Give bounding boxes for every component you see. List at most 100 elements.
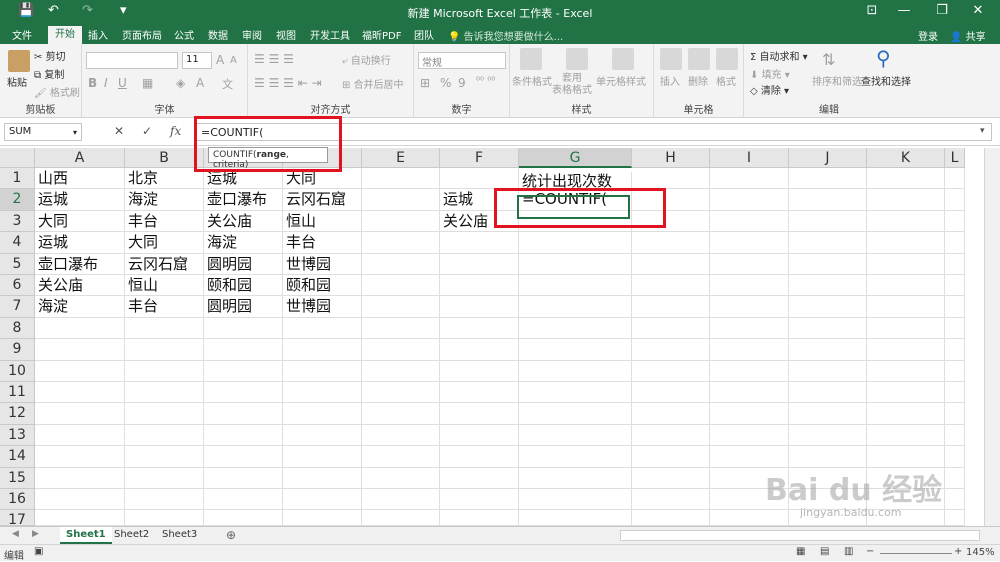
bold-button[interactable]: B xyxy=(88,76,97,90)
cell-l6[interactable] xyxy=(945,275,965,297)
cell-l11[interactable] xyxy=(945,382,965,404)
cell-g7[interactable] xyxy=(519,296,632,318)
cell-k1[interactable] xyxy=(867,168,945,190)
cell-j7[interactable] xyxy=(789,296,867,318)
cell-k5[interactable] xyxy=(867,253,945,275)
cell-i10[interactable] xyxy=(710,360,789,382)
cell-k7[interactable] xyxy=(867,296,945,318)
cell-c12[interactable] xyxy=(204,403,283,425)
cell-c2[interactable]: 壶口瀑布 xyxy=(204,189,283,211)
cell-a2[interactable]: 运城 xyxy=(35,189,125,211)
tab-file[interactable]: 文件 xyxy=(8,27,36,42)
cell-i1[interactable] xyxy=(710,168,789,190)
row-header-4[interactable]: 4 xyxy=(0,232,35,254)
cell-a8[interactable] xyxy=(35,317,125,340)
cell-k10[interactable] xyxy=(867,360,945,382)
row-header-14[interactable]: 14 xyxy=(0,446,35,468)
cell-i11[interactable] xyxy=(710,382,789,404)
cell-k4[interactable] xyxy=(867,232,945,254)
cell-b14[interactable] xyxy=(125,446,204,468)
cell-h16[interactable] xyxy=(632,489,710,511)
enter-formula-icon[interactable]: ✓ xyxy=(142,124,152,138)
cell-h10[interactable] xyxy=(632,360,710,382)
cell-a10[interactable] xyxy=(35,360,125,382)
column-header-l[interactable]: L xyxy=(945,148,965,168)
cell-i7[interactable] xyxy=(710,296,789,318)
insert-cells-icon[interactable] xyxy=(660,48,682,70)
merge-center-button[interactable]: ⊞ 合并后居中 xyxy=(342,76,404,91)
cell-d14[interactable] xyxy=(283,446,362,468)
normal-view-icon[interactable]: ▦ xyxy=(796,546,805,557)
macro-record-icon[interactable]: ▣ xyxy=(34,546,43,557)
cell-d11[interactable] xyxy=(283,382,362,404)
cell-d7[interactable]: 世博园 xyxy=(283,296,362,318)
phonetic-button[interactable]: 文 xyxy=(222,76,233,92)
zoom-out-icon[interactable]: − xyxy=(866,546,874,557)
cell-h13[interactable] xyxy=(632,424,710,447)
cell-b10[interactable] xyxy=(125,360,204,382)
cell-b9[interactable] xyxy=(125,339,204,361)
italic-button[interactable]: I xyxy=(104,76,108,90)
cell-k9[interactable] xyxy=(867,339,945,361)
conditional-format-icon[interactable] xyxy=(520,48,542,70)
cell-h7[interactable] xyxy=(632,296,710,318)
cell-c13[interactable] xyxy=(204,424,283,447)
cell-l4[interactable] xyxy=(945,232,965,254)
tab-insert[interactable]: 插入 xyxy=(84,27,112,42)
tell-me-search[interactable]: 💡 告诉我您想要做什么... xyxy=(448,28,563,43)
cell-i5[interactable] xyxy=(710,253,789,275)
cell-f5[interactable] xyxy=(440,253,519,275)
cell-a4[interactable]: 运城 xyxy=(35,232,125,254)
page-break-view-icon[interactable]: ▥ xyxy=(844,546,853,557)
cell-j10[interactable] xyxy=(789,360,867,382)
tab-view[interactable]: 视图 xyxy=(272,27,300,42)
percent-button[interactable]: % xyxy=(440,76,451,90)
select-all-corner[interactable] xyxy=(0,148,35,168)
fill-color-icon[interactable]: ◈ xyxy=(176,76,185,90)
cell-f1[interactable] xyxy=(440,168,519,190)
cell-i9[interactable] xyxy=(710,339,789,361)
zoom-level[interactable]: 145% xyxy=(966,547,995,558)
cell-a16[interactable] xyxy=(35,489,125,511)
cell-f11[interactable] xyxy=(440,382,519,404)
format-cells-icon[interactable] xyxy=(716,48,738,70)
close-button[interactable]: ✕ xyxy=(958,3,998,18)
cell-h4[interactable] xyxy=(632,232,710,254)
row-header-10[interactable]: 10 xyxy=(0,360,35,382)
cell-d3[interactable]: 恒山 xyxy=(283,210,362,233)
cell-h8[interactable] xyxy=(632,317,710,340)
cell-b5[interactable]: 云冈石窟 xyxy=(125,253,204,275)
border-icon[interactable]: ▦ xyxy=(142,76,153,90)
cell-c3[interactable]: 关公庙 xyxy=(204,210,283,233)
cell-i8[interactable] xyxy=(710,317,789,340)
cell-f6[interactable] xyxy=(440,275,519,297)
cell-b16[interactable] xyxy=(125,489,204,511)
find-select-icon[interactable]: ⚲ xyxy=(876,46,891,70)
scroll-right-icon[interactable]: ▶ xyxy=(32,529,39,539)
sort-filter-button[interactable]: 排序和筛选 xyxy=(812,73,862,88)
cell-e10[interactable] xyxy=(362,360,440,382)
tab-developer[interactable]: 开发工具 xyxy=(306,27,354,42)
row-header-5[interactable]: 5 xyxy=(0,253,35,275)
cell-e3[interactable] xyxy=(362,210,440,233)
font-color-button[interactable]: A xyxy=(196,76,204,90)
cell-d12[interactable] xyxy=(283,403,362,425)
cell-h14[interactable] xyxy=(632,446,710,468)
cell-b15[interactable] xyxy=(125,467,204,489)
cell-g16[interactable] xyxy=(519,489,632,511)
delete-cells-button[interactable]: 删除 xyxy=(688,73,708,88)
cell-f17[interactable] xyxy=(440,510,519,526)
cell-l17[interactable] xyxy=(945,510,965,526)
cell-e14[interactable] xyxy=(362,446,440,468)
cell-l5[interactable] xyxy=(945,253,965,275)
cell-g11[interactable] xyxy=(519,382,632,404)
cell-b4[interactable]: 大同 xyxy=(125,232,204,254)
cell-e7[interactable] xyxy=(362,296,440,318)
cell-k6[interactable] xyxy=(867,275,945,297)
restore-button[interactable]: ❐ xyxy=(922,3,962,18)
underline-button[interactable]: U xyxy=(118,76,127,90)
cell-d4[interactable]: 丰台 xyxy=(283,232,362,254)
row-header-9[interactable]: 9 xyxy=(0,339,35,361)
cell-g6[interactable] xyxy=(519,275,632,297)
cell-d5[interactable]: 世博园 xyxy=(283,253,362,275)
